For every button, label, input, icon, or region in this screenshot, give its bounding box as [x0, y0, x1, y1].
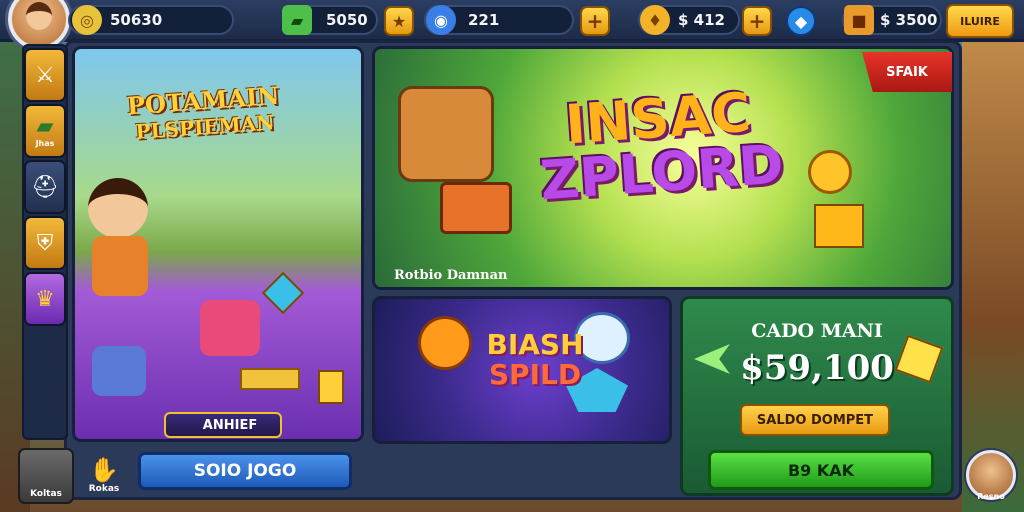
- bear-robot-character: [398, 86, 494, 182]
- cash-stack-icon: ▰: [282, 5, 312, 35]
- star-icon: ★: [391, 11, 407, 31]
- gloves-button[interactable]: ✋ Rokas: [78, 450, 130, 494]
- shop-button[interactable]: ILUIRE: [946, 4, 1014, 38]
- keys-value: $ 412: [678, 11, 725, 29]
- chests-value: $ 3500: [880, 11, 938, 29]
- keys-counter: ♦ $ 412: [638, 5, 740, 35]
- inventory-button[interactable]: Koltas: [18, 448, 74, 504]
- gold-value: 50630: [110, 11, 163, 29]
- coin-stack-icon: [808, 150, 852, 194]
- hero-character: [88, 178, 148, 238]
- featured-ribbon: SFAIK: [862, 52, 952, 92]
- card-icon: [318, 370, 344, 404]
- jungle-background-right: [962, 40, 1024, 512]
- cash-counter: ▰ 5050: [282, 5, 378, 35]
- chest-icon: ■: [844, 5, 874, 35]
- bonus-title: BIASH SPILD: [470, 330, 600, 390]
- glove-icon: ✋: [89, 456, 119, 484]
- energy-counter: ◉ 221: [424, 5, 574, 35]
- sword-icon: ⚔: [35, 62, 55, 88]
- energy-value: 221: [468, 11, 500, 29]
- bonus-title-line1: BIASH: [486, 328, 584, 361]
- add-keys-button[interactable]: +: [742, 6, 772, 36]
- sidebar-item-shield[interactable]: ⛨: [24, 216, 66, 270]
- friend-label: Resno: [977, 492, 1005, 501]
- plus-icon: +: [586, 9, 604, 33]
- featured-caption: Rotbio Damnan: [394, 267, 508, 283]
- plus-icon: +: [748, 9, 766, 33]
- treasure-chest-icon: [440, 182, 512, 234]
- helmet-icon: ⛑: [31, 174, 59, 200]
- chests-counter: ■ $ 3500: [842, 5, 942, 35]
- shield-icon: ⛨: [36, 230, 54, 256]
- hero-body: [92, 236, 148, 296]
- buy-button[interactable]: B9 KAK: [708, 450, 934, 490]
- play-button[interactable]: SOIO JOGO: [138, 452, 352, 490]
- offer-title: CADO MANI: [751, 320, 883, 342]
- avatar-face-icon: [26, 2, 52, 30]
- orange-monster-character: [418, 316, 472, 370]
- gem-icon: ◆: [794, 11, 808, 31]
- add-energy-button[interactable]: +: [580, 6, 610, 36]
- inventory-label: Koltas: [30, 489, 62, 499]
- achievement-badge[interactable]: ANHIEF: [164, 412, 282, 438]
- add-cash-button[interactable]: ★: [384, 6, 414, 36]
- gloves-label: Rokas: [88, 484, 120, 494]
- sidebar-item-helmet[interactable]: ⛑: [24, 160, 66, 214]
- wallet-balance-button[interactable]: SALDO DOMPET: [740, 404, 890, 436]
- sidebar-item-label: Jhas: [35, 139, 55, 148]
- girl-character: [200, 300, 260, 356]
- sidebar-item-sword[interactable]: ⚔: [24, 48, 66, 102]
- gold-chest-icon: [814, 204, 864, 248]
- gold-bar-icon: [240, 368, 300, 390]
- energy-orb-icon: ◉: [426, 5, 456, 35]
- sidebar-item-cash[interactable]: ▰ Jhas: [24, 104, 66, 158]
- gold-coin-icon: ◎: [72, 5, 102, 35]
- offer-price: $59,100: [740, 348, 894, 388]
- bell-icon: ♦: [640, 5, 670, 35]
- robot-character: [92, 346, 146, 396]
- bonus-title-line2: SPILD: [488, 358, 582, 391]
- sidebar-item-trophy[interactable]: ♛: [24, 272, 66, 326]
- cash-value: 5050: [326, 11, 368, 29]
- trophy-icon: ♛: [35, 286, 55, 312]
- featured-title: INSAC ZPLORD: [517, 81, 804, 213]
- gold-counter: ◎ 50630: [68, 5, 234, 35]
- cash-icon: ▰: [36, 114, 54, 139]
- gem-button[interactable]: ◆: [786, 6, 816, 36]
